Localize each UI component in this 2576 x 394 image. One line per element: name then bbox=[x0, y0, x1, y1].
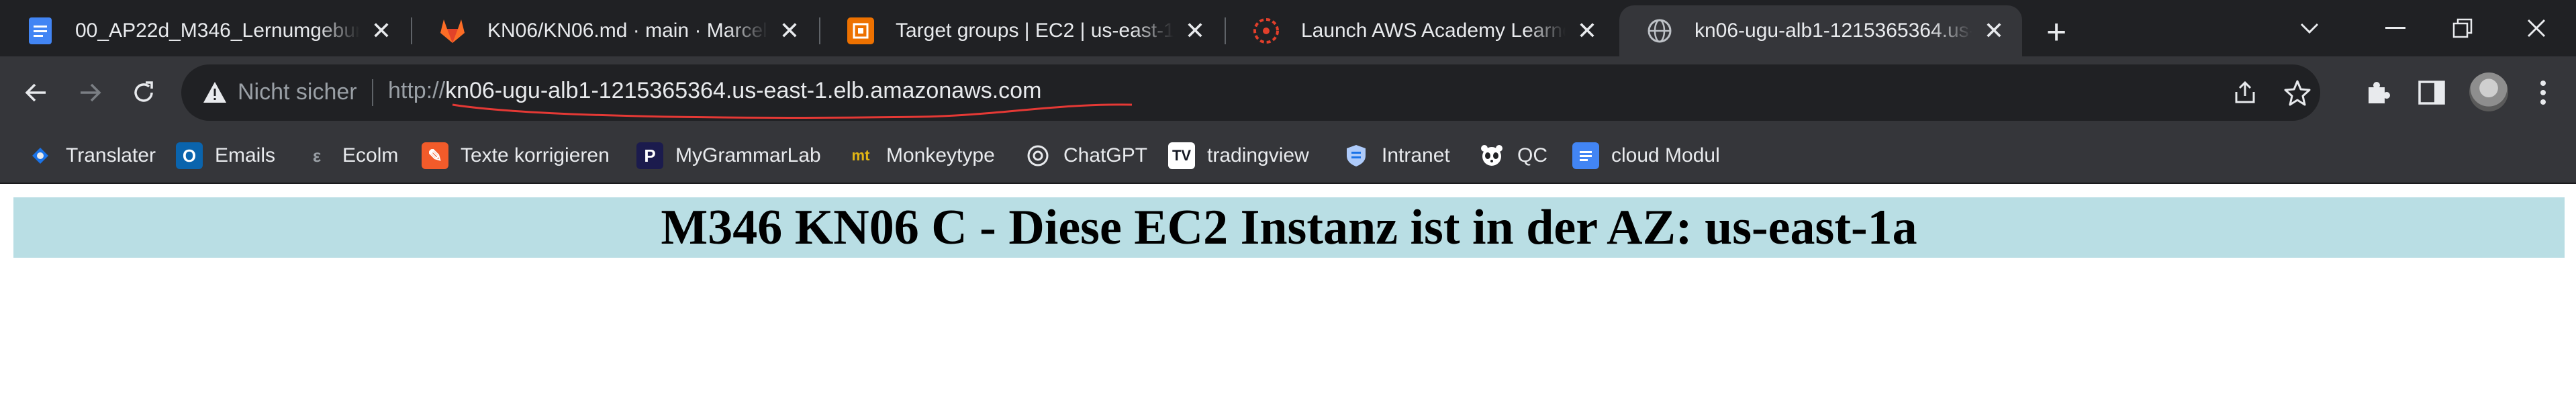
tab-title: kn06-ugu-alb1-1215365364.us-east-1.elb.a… bbox=[1695, 19, 1972, 42]
close-icon[interactable]: ✕ bbox=[776, 17, 803, 44]
restore-icon[interactable] bbox=[2436, 9, 2489, 47]
bookmark-texte-korrigieren[interactable]: ✎ Texte korrigieren bbox=[422, 141, 610, 170]
new-tab-button[interactable]: + bbox=[2038, 13, 2075, 52]
tab-search-chevron-icon[interactable] bbox=[2283, 9, 2336, 47]
close-icon[interactable]: ✕ bbox=[1182, 17, 1208, 44]
tab-target-groups[interactable]: Target groups | EC2 | us-east-1 ✕ bbox=[820, 5, 1223, 56]
bookmark-cloud-modul[interactable]: cloud Modul bbox=[1572, 141, 1720, 170]
translate-icon bbox=[27, 142, 54, 169]
tab-active-elb[interactable]: kn06-ugu-alb1-1215365364.us-east-1.elb.a… bbox=[1619, 5, 2022, 56]
tab-strip: 00_AP22d_M346_Lernumgebung ✕ KN06/KN06.m… bbox=[0, 0, 2576, 56]
security-status-label[interactable]: Nicht sicher bbox=[238, 79, 357, 105]
bookmark-mygrammarlab[interactable]: P MyGrammarLab bbox=[636, 141, 821, 170]
bookmark-label: Monkeytype bbox=[886, 144, 995, 166]
bookmark-label: MyGrammarLab bbox=[675, 144, 821, 166]
tab-lernumgebung[interactable]: 00_AP22d_M346_Lernumgebung ✕ bbox=[0, 5, 410, 56]
omnibox-divider bbox=[372, 79, 373, 106]
google-docs-icon bbox=[27, 17, 54, 44]
extensions-puzzle-icon[interactable] bbox=[2359, 74, 2397, 111]
minimize-icon[interactable] bbox=[2369, 9, 2422, 47]
chatgpt-icon bbox=[1024, 142, 1051, 169]
bookmark-tradingview[interactable]: TV tradingview bbox=[1168, 141, 1309, 170]
address-bar[interactable]: Nicht sicher http://kn06-ugu-alb1-121536… bbox=[181, 64, 2320, 121]
close-window-icon[interactable] bbox=[2510, 9, 2563, 47]
bookmark-label: ChatGPT bbox=[1063, 144, 1148, 166]
tab-title: KN06/KN06.md · main · Marcello bbox=[487, 19, 768, 42]
bookmark-chatgpt[interactable]: ChatGPT bbox=[1024, 141, 1147, 170]
tab-gitlab[interactable]: KN06/KN06.md · main · Marcello ✕ bbox=[412, 5, 818, 56]
bookmark-label: QC bbox=[1517, 144, 1547, 166]
reload-icon[interactable] bbox=[122, 71, 165, 114]
url-scheme: http:// bbox=[388, 78, 446, 103]
grammar-icon: P bbox=[636, 142, 663, 169]
bookmark-star-icon[interactable] bbox=[2281, 77, 2313, 109]
pen-icon: ✎ bbox=[422, 142, 448, 169]
close-icon[interactable]: ✕ bbox=[1981, 17, 2007, 44]
bookmark-label: tradingview bbox=[1207, 144, 1309, 166]
globe-icon bbox=[1646, 17, 1673, 44]
share-icon[interactable] bbox=[2229, 77, 2261, 109]
panda-icon bbox=[1478, 142, 1505, 169]
google-docs-icon bbox=[1572, 142, 1599, 169]
url-host: kn06-ugu-alb1-1215365364.us-east-1.elb.a… bbox=[445, 78, 1042, 103]
page-content: M346 KN06 C - Diese EC2 Instanz ist in d… bbox=[0, 184, 2576, 394]
warning-icon[interactable] bbox=[201, 79, 228, 106]
close-icon[interactable]: ✕ bbox=[368, 17, 395, 44]
back-arrow-icon[interactable] bbox=[15, 71, 58, 114]
gitlab-icon bbox=[439, 17, 466, 44]
bookmark-label: Intranet bbox=[1382, 144, 1450, 166]
bookmark-label: Emails bbox=[215, 144, 276, 166]
bookmark-label: Texte korrigieren bbox=[461, 144, 610, 166]
browser-toolbar: Nicht sicher http://kn06-ugu-alb1-121536… bbox=[0, 56, 2576, 129]
bookmark-label: cloud Modul bbox=[1611, 144, 1720, 166]
tab-aws-academy[interactable]: Launch AWS Academy Learner Lab ✕ bbox=[1226, 5, 1615, 56]
tab-title: 00_AP22d_M346_Lernumgebung bbox=[75, 19, 360, 42]
page-heading: M346 KN06 C - Diese EC2 Instanz ist in d… bbox=[13, 197, 2565, 258]
side-panel-icon[interactable] bbox=[2413, 74, 2450, 111]
bookmark-translater[interactable]: Translater bbox=[27, 141, 156, 170]
bookmark-emails[interactable]: O Emails bbox=[176, 141, 275, 170]
bookmark-monkeytype[interactable]: mt Monkeytype bbox=[847, 141, 995, 170]
red-underline-annotation bbox=[452, 103, 1133, 119]
tab-title: Target groups | EC2 | us-east-1 bbox=[896, 19, 1174, 42]
bookmark-intranet[interactable]: Intranet bbox=[1343, 141, 1450, 170]
close-icon[interactable]: ✕ bbox=[1574, 17, 1601, 44]
bookmark-label: Translater bbox=[66, 144, 156, 166]
forward-arrow-icon[interactable] bbox=[68, 71, 111, 114]
bookmark-label: Ecolm bbox=[342, 144, 399, 166]
canvas-icon bbox=[1253, 17, 1280, 44]
bookmark-ecolm[interactable]: ε Ecolm bbox=[303, 141, 399, 170]
profile-avatar[interactable] bbox=[2469, 72, 2508, 111]
more-menu-icon[interactable] bbox=[2524, 74, 2562, 111]
bookmark-qc[interactable]: QC bbox=[1478, 141, 1547, 170]
shield-icon bbox=[1343, 142, 1370, 169]
tab-title: Launch AWS Academy Learner Lab bbox=[1301, 19, 1566, 42]
monkeytype-icon: mt bbox=[851, 147, 870, 164]
bookmarks-bar: Translater O Emails ε Ecolm ✎ Texte korr… bbox=[0, 129, 2576, 184]
tradingview-icon: TV bbox=[1168, 142, 1195, 169]
ecolm-icon: ε bbox=[312, 145, 322, 166]
aws-ec2-icon bbox=[847, 17, 874, 44]
outlook-icon: O bbox=[176, 142, 203, 169]
